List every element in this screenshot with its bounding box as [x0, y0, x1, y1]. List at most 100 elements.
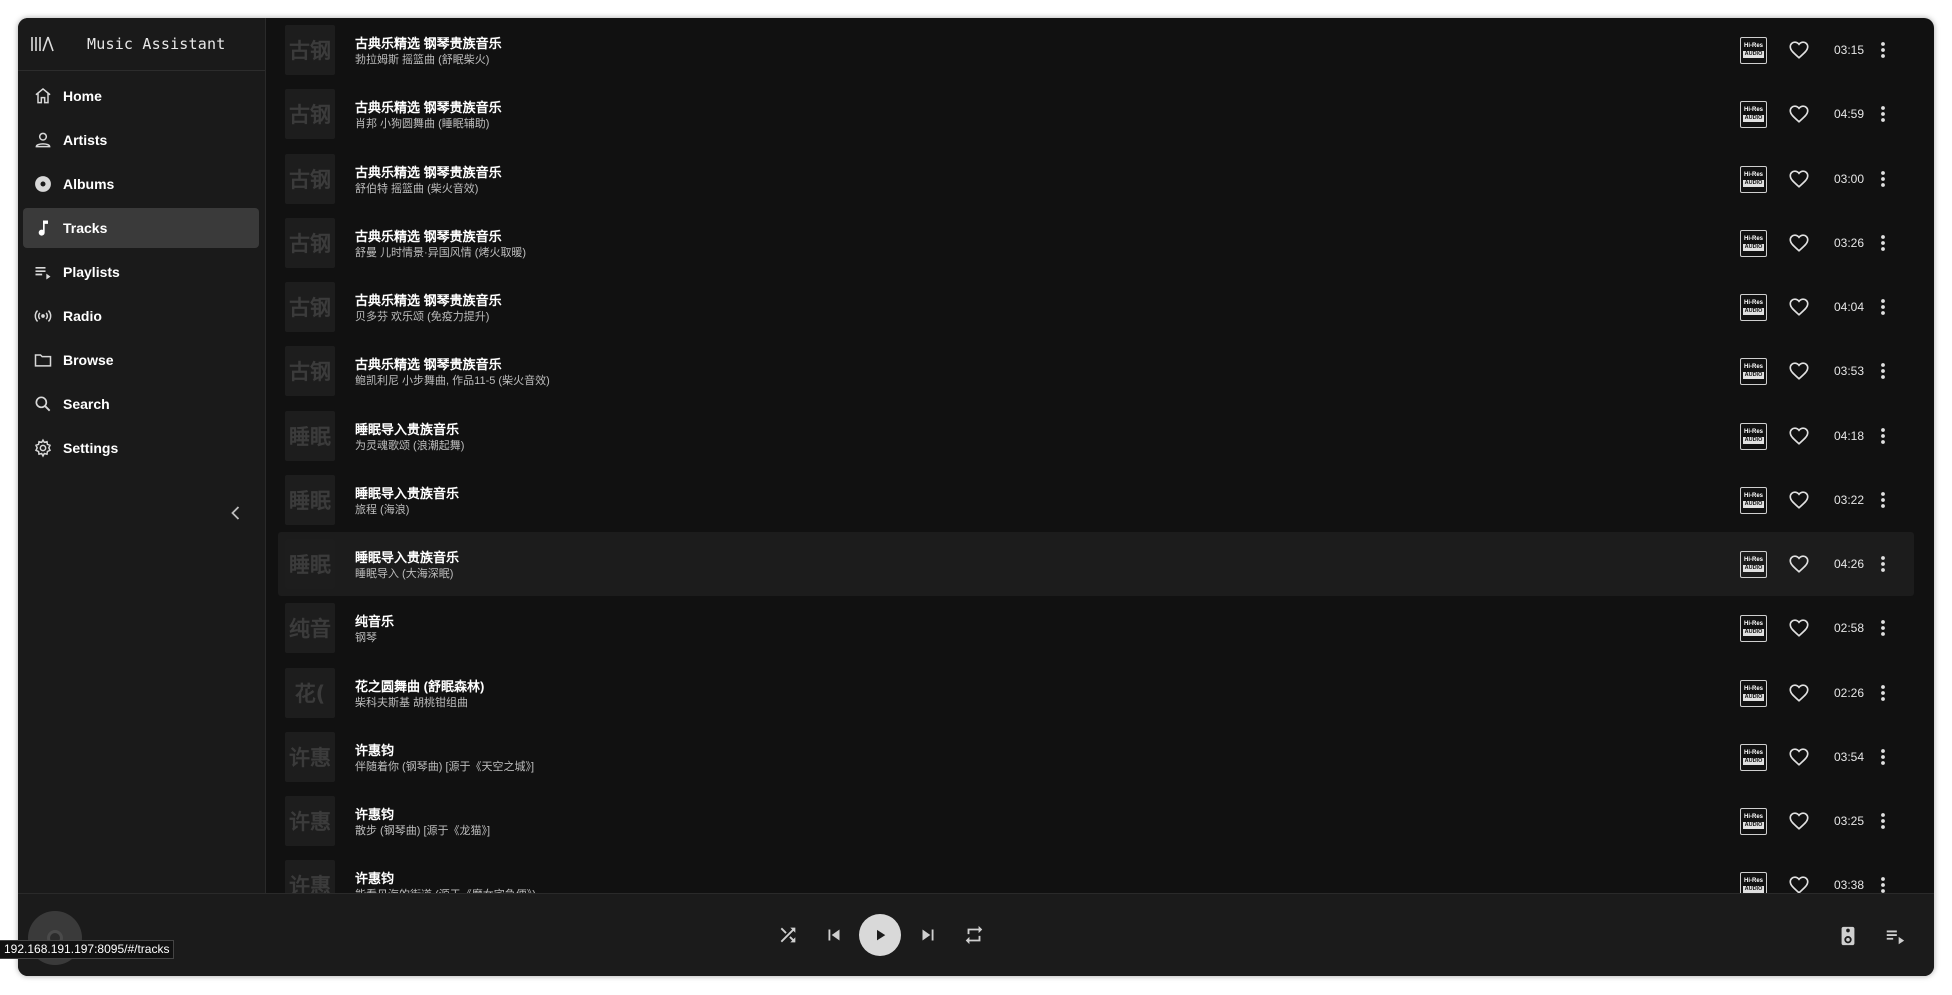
heart-icon[interactable]	[1788, 425, 1810, 447]
track-subtitle[interactable]: 睡眠导入 (大海深眠)	[355, 565, 453, 581]
previous-button[interactable]	[821, 922, 847, 948]
sidebar-item-settings[interactable]: Settings	[23, 428, 259, 468]
shuffle-icon	[780, 927, 796, 943]
playlist-icon	[32, 261, 54, 283]
track-row[interactable]: 古钢 古典乐精选 钢琴贵族音乐 贝多芬 欢乐颂 (免疫力提升) Hi-Res AUDIO…	[278, 275, 1914, 339]
sidebar-item-home[interactable]: Home	[23, 76, 259, 116]
track-subtitle[interactable]: 为灵魂歌颂 (浪潮起舞)	[355, 437, 464, 453]
track-title[interactable]: 睡眠导入贵族音乐	[355, 419, 459, 438]
track-row[interactable]: 古钢 古典乐精选 钢琴贵族音乐 舒曼 儿时情景·异国风情 (烤火取暖) Hi-Res A…	[278, 211, 1914, 275]
hi-res-audio-badge: Hi-Res AUDIO	[1740, 872, 1767, 893]
track-title[interactable]: 睡眠导入贵族音乐	[355, 483, 459, 502]
track-title[interactable]: 古典乐精选 钢琴贵族音乐	[355, 33, 502, 52]
heart-icon[interactable]	[1788, 168, 1810, 190]
heart-icon[interactable]	[1788, 553, 1810, 575]
sidebar-item-search[interactable]: Search	[23, 384, 259, 424]
more-vertical-icon[interactable]	[1873, 424, 1893, 448]
more-vertical-icon[interactable]	[1873, 809, 1893, 833]
track-thumbnail: 许惠	[285, 732, 335, 782]
queue-button[interactable]	[1882, 923, 1908, 949]
next-button[interactable]	[915, 922, 941, 948]
chevron-left-icon[interactable]	[226, 503, 246, 523]
repeat-button[interactable]	[961, 922, 987, 948]
track-title[interactable]: 古典乐精选 钢琴贵族音乐	[355, 162, 502, 181]
track-title[interactable]: 古典乐精选 钢琴贵族音乐	[355, 290, 502, 309]
more-vertical-icon[interactable]	[1873, 488, 1893, 512]
heart-icon[interactable]	[1788, 617, 1810, 639]
heart-icon[interactable]	[1788, 360, 1810, 382]
more-vertical-icon[interactable]	[1873, 167, 1893, 191]
more-vertical-icon[interactable]	[1873, 681, 1893, 705]
track-row[interactable]: 许惠 许惠钧 散步 (钢琴曲) [源于《龙猫》] Hi-Res AUDIO 03:25	[278, 789, 1914, 853]
track-subtitle[interactable]: 舒曼 儿时情景·异国风情 (烤火取暖)	[355, 244, 526, 260]
track-row[interactable]: 古钢 古典乐精选 钢琴贵族音乐 肖邦 小狗圆舞曲 (睡眠辅助) Hi-Res AUDIO…	[278, 82, 1914, 146]
heart-icon[interactable]	[1788, 746, 1810, 768]
track-subtitle[interactable]: 钢琴	[355, 629, 377, 645]
track-title[interactable]: 睡眠导入贵族音乐	[355, 547, 459, 566]
track-subtitle[interactable]: 勃拉姆斯 摇篮曲 (舒眠柴火)	[355, 51, 489, 67]
sidebar-item-browse[interactable]: Browse	[23, 340, 259, 380]
track-subtitle[interactable]: 柴科夫斯基 胡桃钳组曲	[355, 694, 468, 710]
track-title[interactable]: 古典乐精选 钢琴贵族音乐	[355, 354, 502, 373]
track-row[interactable]: 古钢 古典乐精选 钢琴贵族音乐 勃拉姆斯 摇篮曲 (舒眠柴火) Hi-Res AUDIO…	[278, 18, 1914, 82]
speaker-icon	[1841, 926, 1855, 946]
track-row[interactable]: 睡眠 睡眠导入贵族音乐 为灵魂歌颂 (浪潮起舞) Hi-Res AUDIO 04:18	[278, 404, 1914, 468]
track-row[interactable]: 睡眠 睡眠导入贵族音乐 睡眠导入 (大海深眠) Hi-Res AUDIO 04:26	[278, 532, 1914, 596]
app-header: Music Assistant	[18, 18, 265, 71]
track-title[interactable]: 许惠钧	[355, 804, 394, 823]
more-vertical-icon[interactable]	[1873, 745, 1893, 769]
track-title[interactable]: 许惠钧	[355, 740, 394, 759]
track-row[interactable]: 许惠 许惠钧能看见海的街道 (源于《魔女宅急便》) Hi-Res AUDIO 03:38	[278, 853, 1914, 893]
track-title[interactable]: 许惠钧	[355, 868, 394, 887]
heart-icon[interactable]	[1788, 103, 1810, 125]
heart-icon[interactable]	[1788, 682, 1810, 704]
track-duration: 03:22	[1834, 493, 1865, 507]
speaker-button[interactable]	[1835, 923, 1861, 949]
track-row[interactable]: 古钢 古典乐精选 钢琴贵族音乐 舒伯特 摇篮曲 (柴火音效) Hi-Res AUDIO 0…	[278, 147, 1914, 211]
track-row[interactable]: 许惠 许惠钧 伴随着你 (钢琴曲) [源于《天空之城》] Hi-Res AUDIO 03:…	[278, 725, 1914, 789]
heart-icon[interactable]	[1788, 874, 1810, 893]
track-subtitle[interactable]: 贝多芬 欢乐颂 (免疫力提升)	[355, 308, 489, 324]
track-thumbnail: 古钢	[285, 346, 335, 396]
heart-icon[interactable]	[1788, 489, 1810, 511]
shuffle-button[interactable]	[775, 922, 801, 948]
heart-icon[interactable]	[1788, 296, 1810, 318]
more-vertical-icon[interactable]	[1873, 552, 1893, 576]
more-vertical-icon[interactable]	[1873, 231, 1893, 255]
track-subtitle[interactable]: 散步 (钢琴曲) [源于《龙猫》]	[355, 822, 490, 838]
sidebar-item-tracks[interactable]: Tracks	[23, 208, 259, 248]
track-title[interactable]: 古典乐精选 钢琴贵族音乐	[355, 97, 502, 116]
track-title[interactable]: 纯音乐	[355, 611, 394, 630]
more-vertical-icon[interactable]	[1873, 295, 1893, 319]
badge-line2: AUDIO	[1742, 115, 1765, 122]
track-row[interactable]: 睡眠 睡眠导入贵族音乐 旅程 (海浪) Hi-Res AUDIO 03:22	[278, 468, 1914, 532]
sidebar-item-radio[interactable]: Radio	[23, 296, 259, 336]
more-vertical-icon[interactable]	[1873, 38, 1893, 62]
badge-line1: Hi-Res	[1743, 814, 1763, 820]
sidebar-item-playlists[interactable]: Playlists	[23, 252, 259, 292]
track-row[interactable]: 纯音 纯音乐 钢琴 Hi-Res AUDIO 02:58	[278, 596, 1914, 660]
more-vertical-icon[interactable]	[1873, 102, 1893, 126]
track-thumbnail: 古钢	[285, 89, 335, 139]
track-title[interactable]: 花之圆舞曲 (舒眠森林)	[355, 676, 484, 695]
sidebar-item-albums[interactable]: Albums	[23, 164, 259, 204]
track-title[interactable]: 古典乐精选 钢琴贵族音乐	[355, 226, 502, 245]
hi-res-audio-badge: Hi-Res AUDIO	[1740, 744, 1767, 771]
sidebar-item-label: Playlists	[63, 264, 120, 280]
heart-icon[interactable]	[1788, 810, 1810, 832]
heart-icon[interactable]	[1788, 232, 1810, 254]
more-vertical-icon[interactable]	[1873, 873, 1893, 893]
track-subtitle[interactable]: 能看见海的街道 (源于《魔女宅急便》)	[355, 886, 536, 893]
track-subtitle[interactable]: 伴随着你 (钢琴曲) [源于《天空之城》]	[355, 758, 534, 774]
sidebar-item-artists[interactable]: Artists	[23, 120, 259, 160]
track-subtitle[interactable]: 旅程 (海浪)	[355, 501, 409, 517]
track-subtitle[interactable]: 舒伯特 摇篮曲 (柴火音效)	[355, 180, 478, 196]
track-subtitle[interactable]: 肖邦 小狗圆舞曲 (睡眠辅助)	[355, 115, 489, 131]
track-row[interactable]: 古钢 古典乐精选 钢琴贵族音乐 鲍凯利尼 小步舞曲, 作品11-5 (柴火音效) Hi…	[278, 339, 1914, 403]
track-subtitle[interactable]: 鲍凯利尼 小步舞曲, 作品11-5 (柴火音效)	[355, 372, 550, 388]
more-vertical-icon[interactable]	[1873, 359, 1893, 383]
track-row[interactable]: 花(花之圆舞曲 (舒眠森林) 柴科夫斯基 胡桃钳组曲 Hi-Res AUDIO 02:2…	[278, 661, 1914, 725]
heart-icon[interactable]	[1788, 39, 1810, 61]
more-vertical-icon[interactable]	[1873, 616, 1893, 640]
play-button[interactable]	[859, 914, 901, 956]
